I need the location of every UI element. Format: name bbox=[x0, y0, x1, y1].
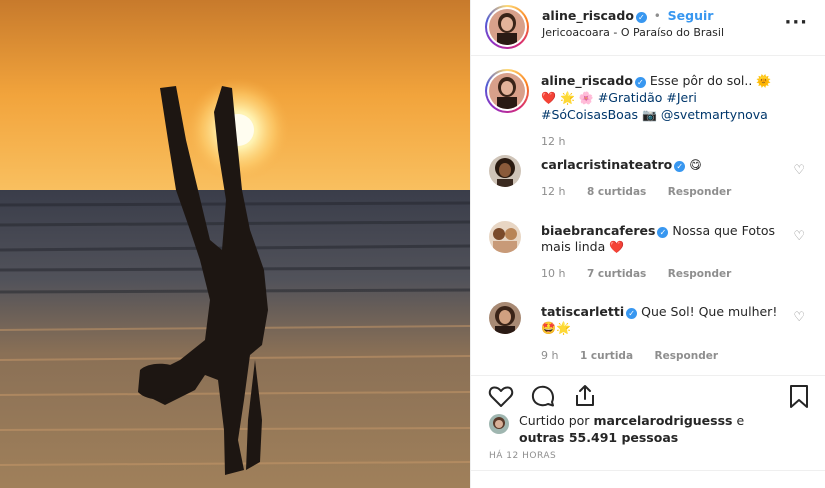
comment-like-count[interactable]: 7 curtidas bbox=[587, 268, 646, 280]
post-side-panel: aline_riscado ✓ • Seguir Jericoacoara - O… bbox=[470, 0, 825, 488]
author-avatar[interactable] bbox=[485, 5, 529, 49]
liker-photo-icon bbox=[489, 414, 509, 434]
reply-button[interactable]: Responder bbox=[668, 186, 731, 198]
caption-text: Esse pôr do sol.. bbox=[649, 73, 753, 88]
likes-suffix: e bbox=[736, 413, 745, 428]
post-actions: Curtido por marcelarodriguesss e outras … bbox=[471, 375, 825, 488]
post-timestamp[interactable]: HÁ 12 HORAS bbox=[489, 451, 556, 461]
post-header: aline_riscado ✓ • Seguir Jericoacoara - O… bbox=[471, 0, 825, 56]
caption-author-avatar[interactable] bbox=[485, 69, 529, 113]
comment-bubble-icon[interactable] bbox=[529, 382, 557, 410]
comment-meta: 10 h 7 curtidas Responder bbox=[541, 267, 749, 280]
reply-button[interactable]: Responder bbox=[668, 268, 731, 280]
flower-emoji-icon: 🌸 bbox=[578, 91, 594, 105]
commenter-avatar[interactable] bbox=[489, 155, 521, 187]
author-photo-icon bbox=[489, 9, 525, 45]
comment-like-heart-icon[interactable]: ♡ bbox=[793, 163, 805, 178]
commenter-photo-icon bbox=[489, 155, 521, 187]
follow-button[interactable]: Seguir bbox=[668, 8, 714, 23]
verified-badge-icon: ✓ bbox=[635, 12, 647, 23]
heart-emoji-icon: ❤️ bbox=[541, 91, 556, 105]
likes-others-count[interactable]: outras 55.491 pessoas bbox=[519, 430, 678, 445]
comment-time: 12 h bbox=[541, 185, 566, 198]
comment-like-count[interactable]: 8 curtidas bbox=[587, 186, 646, 198]
likes-prefix: Curtido por bbox=[519, 413, 590, 428]
commenter-photo-icon bbox=[489, 221, 521, 253]
share-icon[interactable] bbox=[571, 382, 599, 410]
caption-hashtags[interactable]: #Gratidão #Jeri bbox=[598, 90, 697, 105]
verified-badge-icon: ✓ bbox=[657, 227, 669, 238]
verified-badge-icon: ✓ bbox=[634, 77, 646, 88]
verified-badge-icon: ✓ bbox=[674, 161, 686, 172]
commenter-username[interactable]: carlacristinateatro bbox=[541, 157, 672, 172]
bookmark-icon[interactable] bbox=[785, 382, 813, 410]
author-username[interactable]: aline_riscado bbox=[542, 8, 634, 23]
caption-username[interactable]: aline_riscado bbox=[541, 73, 633, 88]
ellipsis-icon[interactable]: ··· bbox=[784, 12, 808, 33]
instagram-post: aline_riscado ✓ • Seguir Jericoacoara - O… bbox=[0, 0, 825, 488]
author-photo-icon bbox=[489, 73, 525, 109]
comment-text: Que Sol! Que mulher! bbox=[641, 304, 778, 319]
heart-emoji-icon: ❤️ bbox=[609, 240, 625, 254]
caption-mention[interactable]: @svetmartynova bbox=[661, 107, 768, 122]
sun-emoji-icon: 🌞 bbox=[756, 74, 772, 88]
comments-section: aline_riscado ✓ Esse pôr do sol.. 🌞 ❤️ 🌟 … bbox=[471, 57, 825, 375]
camera-emoji-icon: 📷 bbox=[641, 108, 657, 122]
add-comment-bar bbox=[471, 470, 825, 488]
comment-like-count[interactable]: 1 curtida bbox=[580, 350, 633, 362]
sparkle-emoji-icon: 🌟 bbox=[559, 91, 575, 105]
caption-meta: 12 h bbox=[541, 135, 583, 148]
liker-username[interactable]: marcelarodriguesss bbox=[593, 413, 732, 428]
like-heart-icon[interactable] bbox=[487, 382, 515, 410]
commenter-username[interactable]: tatiscarletti bbox=[541, 304, 624, 319]
comment-like-heart-icon[interactable]: ♡ bbox=[793, 229, 805, 244]
commenter-username[interactable]: biaebrancaferes bbox=[541, 223, 655, 238]
comment-time: 9 h bbox=[541, 349, 559, 362]
post-location[interactable]: Jericoacoara - O Paraíso do Brasil bbox=[542, 26, 724, 39]
comment-time: 10 h bbox=[541, 267, 566, 280]
caption-time: 12 h bbox=[541, 135, 566, 148]
star-struck-emoji-icon: 🤩🌟 bbox=[541, 321, 571, 335]
liker-avatar[interactable] bbox=[489, 414, 509, 434]
commenter-photo-icon bbox=[489, 302, 521, 334]
comment-meta: 12 h 8 curtidas Responder bbox=[541, 185, 749, 198]
yum-emoji-icon: 😋 bbox=[689, 158, 702, 172]
comment-meta: 9 h 1 curtida Responder bbox=[541, 349, 736, 362]
caption-hashtag-socoisasboas[interactable]: #SóCoisasBoas bbox=[541, 107, 638, 122]
commenter-avatar[interactable] bbox=[489, 302, 521, 334]
reply-button[interactable]: Responder bbox=[655, 350, 718, 362]
dot-separator: • bbox=[653, 9, 661, 23]
comment-like-heart-icon[interactable]: ♡ bbox=[793, 310, 805, 325]
commenter-avatar[interactable] bbox=[489, 221, 521, 253]
verified-badge-icon: ✓ bbox=[626, 308, 638, 319]
post-photo[interactable] bbox=[0, 0, 470, 488]
